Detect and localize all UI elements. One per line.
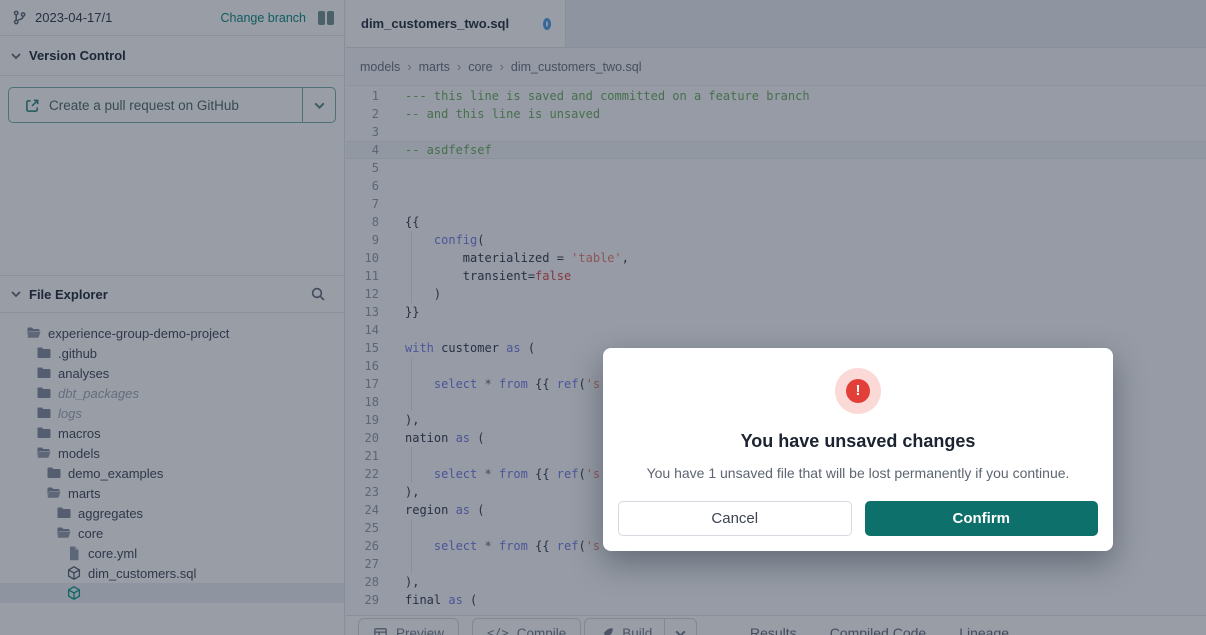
error-icon: !: [846, 379, 870, 403]
unsaved-changes-dialog: ! You have unsaved changes You have 1 un…: [603, 348, 1113, 551]
error-icon-halo: !: [835, 368, 881, 414]
dbt-ide-app: 2023-04-17/1 Change branch Version Contr…: [0, 0, 1206, 635]
dialog-message: You have 1 unsaved file that will be los…: [603, 465, 1113, 481]
confirm-button[interactable]: Confirm: [865, 501, 1099, 536]
cancel-button[interactable]: Cancel: [618, 501, 852, 536]
dialog-actions: Cancel Confirm: [618, 501, 1098, 536]
dialog-title: You have unsaved changes: [603, 431, 1113, 452]
